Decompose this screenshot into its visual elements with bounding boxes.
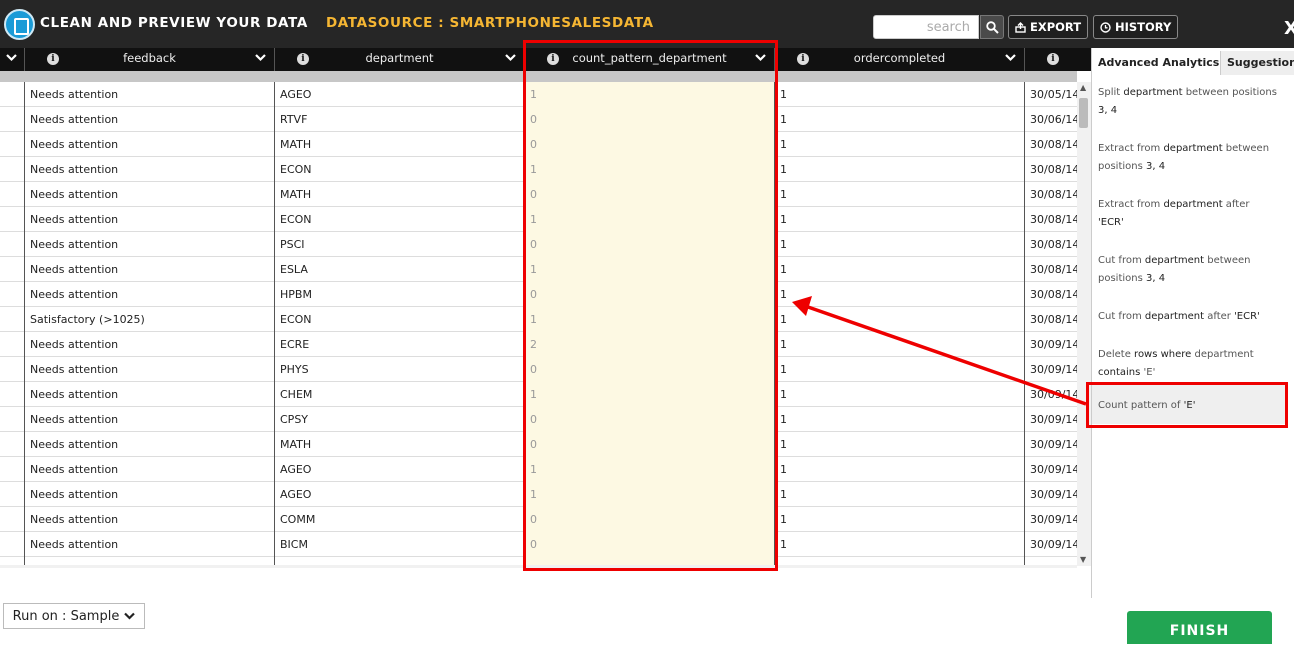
- chevron-down-icon: [124, 612, 136, 620]
- annotation-arrow: [792, 296, 1087, 406]
- run-on-dropdown[interactable]: Run on : Sample: [3, 603, 145, 629]
- run-on-label: Run on : Sample: [12, 608, 120, 624]
- finish-button[interactable]: FINISH: [1127, 611, 1272, 644]
